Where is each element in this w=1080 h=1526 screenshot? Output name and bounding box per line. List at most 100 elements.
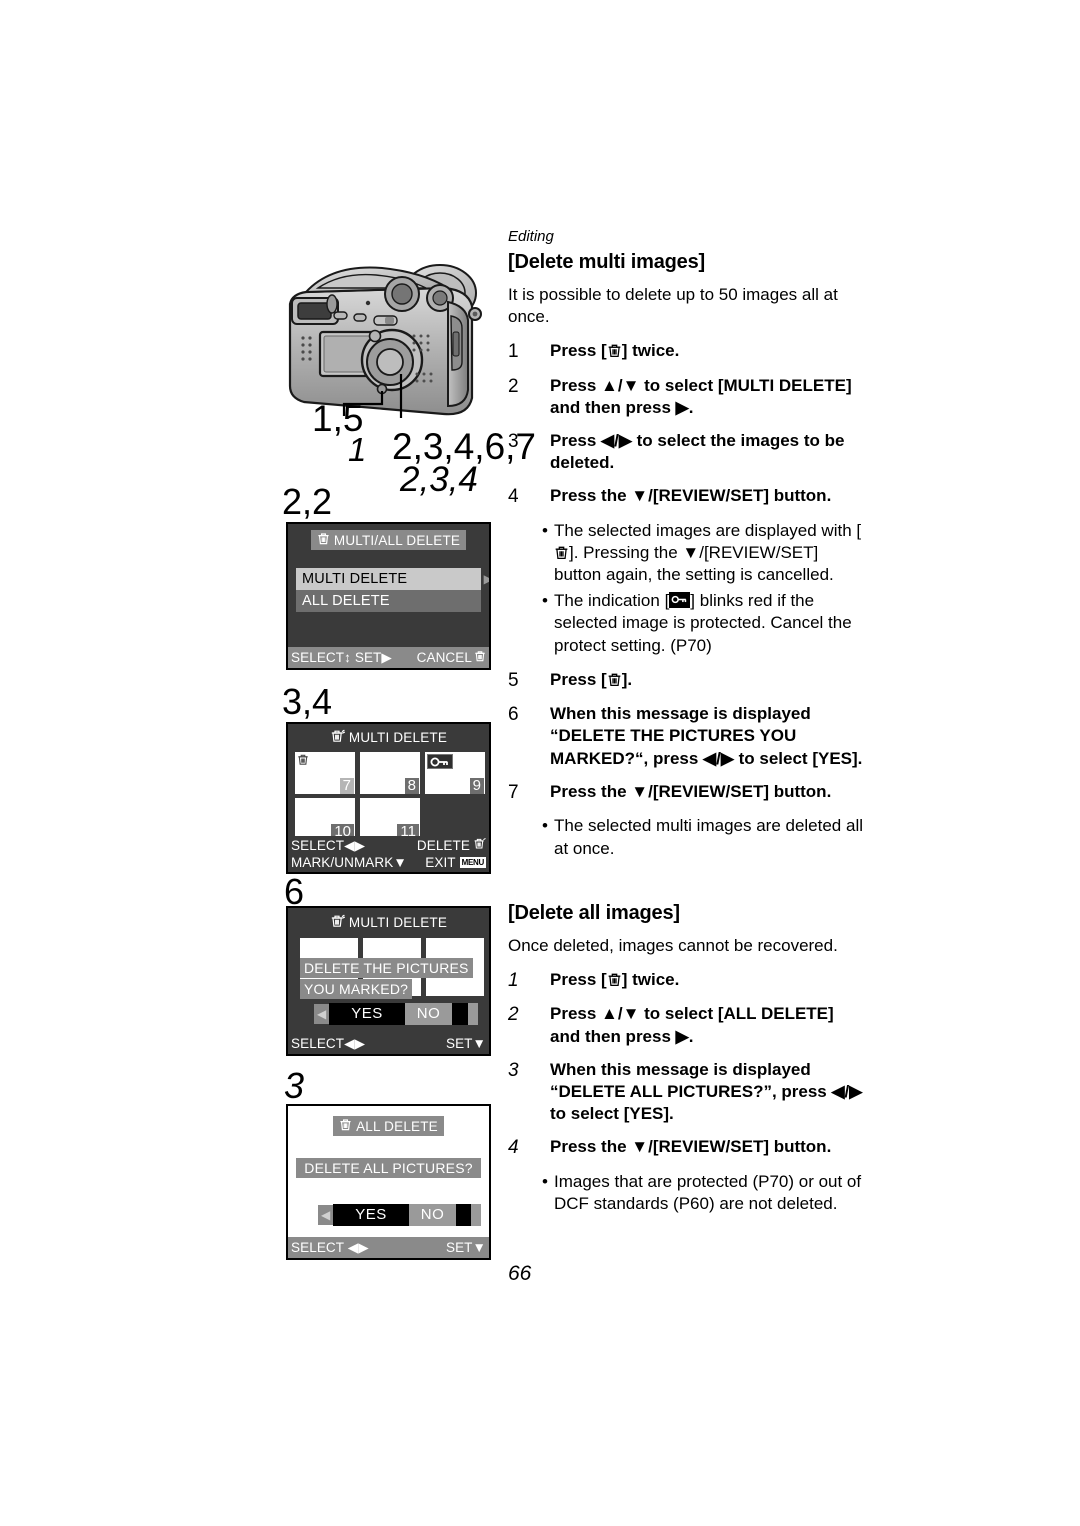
step-number: 4 (508, 1136, 519, 1158)
note-item: • Images that are protected (P70) or out… (508, 1171, 868, 1215)
lcd-title-text: MULTI DELETE (348, 730, 448, 745)
lcd-hint-select: SELECT ◀▶ (291, 1239, 369, 1255)
lcd-hint-select: SELECT◀▶ (291, 1035, 366, 1051)
menu-button-icon: MENU (459, 857, 486, 868)
menu-item-all-delete[interactable]: ALL DELETE (296, 590, 481, 612)
thumbnail-item[interactable]: 8 (360, 752, 420, 794)
note-item: • The selected images are displayed with… (508, 520, 868, 586)
step-item: 6 When this message is displayed “DELETE… (508, 703, 868, 769)
lcd-hint-exit: EXIT MENU (425, 855, 486, 870)
marker-screen-3: 6 (284, 871, 305, 912)
notes-list-multi-2: • The selected multi images are deleted … (508, 815, 868, 859)
left-arrow-icon: ◀ (318, 1205, 334, 1225)
thumbnail-item[interactable]: 9 (425, 752, 485, 794)
up-down-arrow-icon: ↕ (344, 649, 351, 665)
step-number: 2 (508, 375, 519, 397)
chevron-right-icon: ▶ (484, 572, 489, 586)
lcd-bottom-bar: SELECT↕ SET▶ CANCEL (288, 647, 489, 668)
step-text: Press the ▼/[REVIEW/SET] button. (550, 781, 832, 801)
confirm-dialog: DELETE ALL PICTURES? ◀ YES NO (296, 1158, 481, 1226)
trash-icon (607, 670, 622, 689)
step-text: Press ▲/▼ to select [ALL DELETE] and the… (550, 1004, 834, 1046)
step-item: 2 Press ▲/▼ to select [ALL DELETE] and t… (508, 1003, 868, 1047)
left-right-arrow-icon: ◀▶ (344, 1035, 366, 1051)
trash-icon (330, 914, 345, 931)
lcd-title-text: ALL DELETE (356, 1118, 438, 1134)
no-option[interactable]: NO (408, 1204, 457, 1226)
marker-screen-4: 3 (284, 1065, 305, 1106)
thumbnail-grid: 7 8 9 10 11 (295, 752, 485, 844)
step-number: 1 (508, 969, 519, 991)
step-text: When this message is displayed “DELETE T… (550, 704, 863, 768)
selector-pad-gray (471, 1204, 481, 1226)
lcd-screen-multi-delete-grid: MULTI DELETE 7 8 9 10 11 SELECT◀▶ DELETE… (286, 722, 491, 874)
menu-item-label: ALL DELETE (302, 593, 390, 609)
trash-icon (607, 970, 622, 989)
step-text: Press the ▼/[REVIEW/SET] button. (550, 1136, 832, 1156)
bullet-dot-icon: • (542, 591, 548, 611)
lcd-hint-select: SELECT◀▶ (291, 838, 366, 853)
yes-no-selector[interactable]: ◀ YES NO (314, 1003, 482, 1025)
callout-1-italic: 1 (348, 431, 367, 468)
thumbnail-number: 7 (339, 778, 354, 794)
lcd-title-bar: ALL DELETE (333, 1116, 444, 1136)
lcd-hint-delete: DELETE (417, 837, 486, 854)
thumbnail-item[interactable]: 7 (295, 752, 355, 794)
step-text: Press the ▼/[REVIEW/SET] button. (550, 486, 832, 506)
down-arrow-icon: ▼ (472, 1240, 486, 1255)
step-text: Press [] twice. (550, 341, 680, 361)
yes-no-selector[interactable]: ◀ YES NO (318, 1204, 481, 1226)
selector-pad-gray (468, 1003, 479, 1025)
running-head: Editing (508, 228, 554, 245)
left-right-arrow-icon: ◀▶ (344, 838, 366, 853)
lcd-bottom-bar: SELECT◀▶ SET▼ (288, 1033, 489, 1054)
lcd-title-bar: MULTI DELETE (324, 912, 453, 933)
lcd-bottom-bar: SELECT ◀▶ SET▼ (288, 1237, 489, 1258)
trash-icon (473, 837, 486, 854)
instruction-column: Editing [Delete multi images] It is poss… (508, 228, 868, 1227)
trash-icon (607, 341, 622, 360)
steps-list-multi: 1 Press [] twice. 2 Press ▲/▼ to select … (508, 340, 868, 509)
bullet-dot-icon: • (542, 521, 548, 541)
step-item: 2 Press ▲/▼ to select [MULTI DELETE] and… (508, 375, 868, 419)
thumbnail-number: 9 (469, 778, 484, 794)
down-arrow-icon: ▼ (393, 855, 407, 870)
thumbnail-number: 8 (404, 778, 419, 794)
section-intro-multi: It is possible to delete up to 50 images… (508, 285, 838, 327)
yes-option[interactable]: YES (329, 1003, 405, 1025)
steps-list-multi-cont: 5 Press []. 6 When this message is displ… (508, 669, 868, 805)
camera-illustration (272, 258, 502, 438)
step-number: 5 (508, 669, 519, 691)
step-number: 6 (508, 704, 519, 726)
no-option[interactable]: NO (404, 1003, 453, 1025)
step-item: 1 Press [] twice. (508, 340, 868, 364)
trash-icon (297, 753, 309, 766)
notes-list-all: • Images that are protected (P70) or out… (508, 1171, 868, 1215)
trash-icon (474, 650, 486, 665)
callout-2-3-4-italic: 2,3,4 (400, 460, 478, 499)
left-right-arrow-icon: ◀▶ (347, 1239, 369, 1255)
lcd-screen-all-delete-confirm: ALL DELETE DELETE ALL PICTURES? ◀ YES NO… (286, 1104, 491, 1260)
section-heading-all: [Delete all images] (508, 901, 680, 924)
lcd-title-bar: MULTI DELETE (324, 727, 453, 748)
step-item: 4 Press the ▼/[REVIEW/SET] button. (508, 1136, 868, 1160)
marker-screen-1: 2,2 (282, 481, 333, 522)
note-text: Images that are protected (P70) or out o… (554, 1171, 862, 1213)
selector-pad-dark (452, 1003, 469, 1025)
notes-list-multi: • The selected images are displayed with… (508, 520, 868, 657)
lcd-title-bar: MULTI/ALL DELETE (310, 530, 467, 550)
step-number: 7 (508, 781, 519, 803)
lcd-hint-set: SET▼ (445, 1036, 486, 1051)
lcd-bottom-bar: SELECT◀▶ DELETE MARK/UNMARK▼ EXIT MENU (288, 836, 489, 872)
yes-option[interactable]: YES (333, 1204, 409, 1226)
trash-icon (554, 543, 569, 562)
trash-icon (339, 1118, 352, 1134)
protect-key-icon (669, 592, 691, 609)
dialog-message-line-2: YOU MARKED? (300, 979, 413, 999)
thumbnail-item[interactable]: 10 (295, 798, 355, 840)
bullet-dot-icon: • (542, 816, 548, 836)
thumbnail-item[interactable]: 11 (360, 798, 420, 840)
bullet-dot-icon: • (542, 1171, 548, 1191)
lcd-hint-mark-unmark: MARK/UNMARK▼ (291, 855, 407, 870)
menu-item-multi-delete[interactable]: MULTI DELETE ▶ (296, 568, 489, 590)
